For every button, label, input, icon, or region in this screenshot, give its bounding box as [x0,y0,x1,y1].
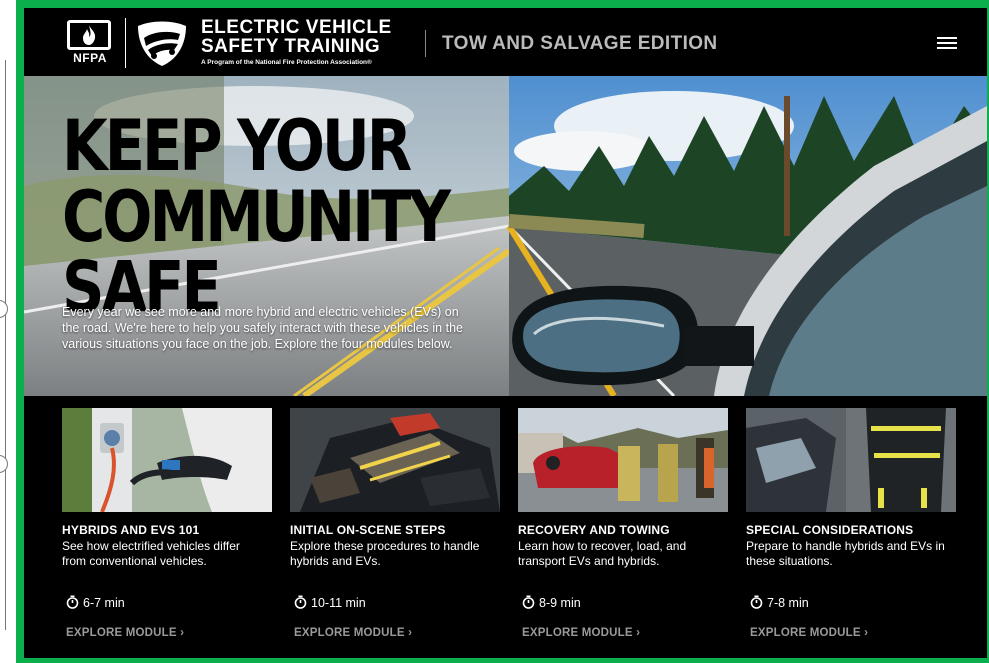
nfpa-logo-mark [67,20,111,50]
explore-module-link[interactable]: EXPLORE MODULE › [294,627,412,639]
charging-plug-image [62,408,272,512]
brand-title[interactable]: ELECTRIC VEHICLE SAFETY TRAINING A Progr… [201,18,392,66]
header-divider [425,30,426,57]
module-title: RECOVERY AND TOWING [518,523,670,537]
nfpa-logo[interactable]: NFPA [65,20,115,66]
hero-title-line1: KEEP YOUR [62,104,412,187]
module-duration: 10-11 min [294,595,366,610]
explore-module-link[interactable]: EXPLORE MODULE › [750,627,868,639]
explore-module-link[interactable]: EXPLORE MODULE › [522,627,640,639]
brand-title-line1: ELECTRIC VEHICLE [201,17,392,38]
left-bracket-decoration [0,60,8,630]
module-title: INITIAL ON-SCENE STEPS [290,523,446,537]
module-card-initial-on-scene-steps[interactable]: INITIAL ON-SCENE STEPS Explore these pro… [290,408,500,658]
bracket-knob [0,455,8,473]
module-description: See how electrified vehicles differ from… [62,539,240,568]
ev-shield-logo-icon[interactable] [134,18,190,68]
module-card-special-considerations[interactable]: SPECIAL CONSIDERATIONS Prepare to handle… [746,408,956,658]
crashed-car-firefighter-image [746,408,956,512]
hero-banner: KEEP YOUR COMMUNITY SAFE Every year we s… [24,76,987,396]
module-duration-text: 10-11 min [311,596,366,610]
explore-module-link[interactable]: EXPLORE MODULE › [66,627,184,639]
module-list: HYBRIDS AND EVS 101 See how electrified … [24,396,987,658]
module-duration: 7-8 min [750,595,809,610]
nfpa-logo-text: NFPA [73,51,107,65]
module-description: Prepare to handle hybrids and EVs in the… [746,539,945,568]
bracket-knob [0,300,8,318]
module-duration-text: 8-9 min [539,596,581,610]
hero-description: Every year we see more and more hybrid a… [62,305,463,351]
hero-title: KEEP YOUR COMMUNITY SAFE [62,110,482,322]
module-duration-text: 6-7 min [83,596,125,610]
module-title: SPECIAL CONSIDERATIONS [746,523,914,537]
module-duration: 6-7 min [66,595,125,610]
hamburger-menu-icon[interactable] [937,37,957,50]
overturned-car-image [518,408,728,512]
hero-title-line2: COMMUNITY [62,174,451,258]
stopwatch-icon [294,595,307,609]
stopwatch-icon [66,595,79,609]
module-duration: 8-9 min [522,595,581,610]
brand-subtitle: A Program of the National Fire Protectio… [201,59,372,66]
stopwatch-icon [750,595,763,609]
header-divider [125,18,126,68]
bracket-line [5,60,6,630]
module-description: Explore these procedures to handle hybri… [290,539,480,568]
brand-title-line2: SAFETY TRAINING [201,36,381,57]
module-duration-text: 7-8 min [767,596,809,610]
site-header: NFPA ELECTRIC VEHICLE SAFETY TRAINING A … [24,8,987,76]
module-description: Learn how to recover, load, and transpor… [518,539,687,568]
module-title: HYBRIDS AND EVS 101 [62,523,200,537]
flame-icon [83,25,96,45]
module-card-hybrids-evs-101[interactable]: HYBRIDS AND EVS 101 See how electrified … [62,408,272,658]
page: NFPA ELECTRIC VEHICLE SAFETY TRAINING A … [24,8,987,658]
module-card-recovery-and-towing[interactable]: RECOVERY AND TOWING Learn how to recover… [518,408,728,658]
edition-label: TOW AND SALVAGE EDITION [442,33,718,54]
firefighter-gear-image [290,408,500,512]
stopwatch-icon [522,595,535,609]
